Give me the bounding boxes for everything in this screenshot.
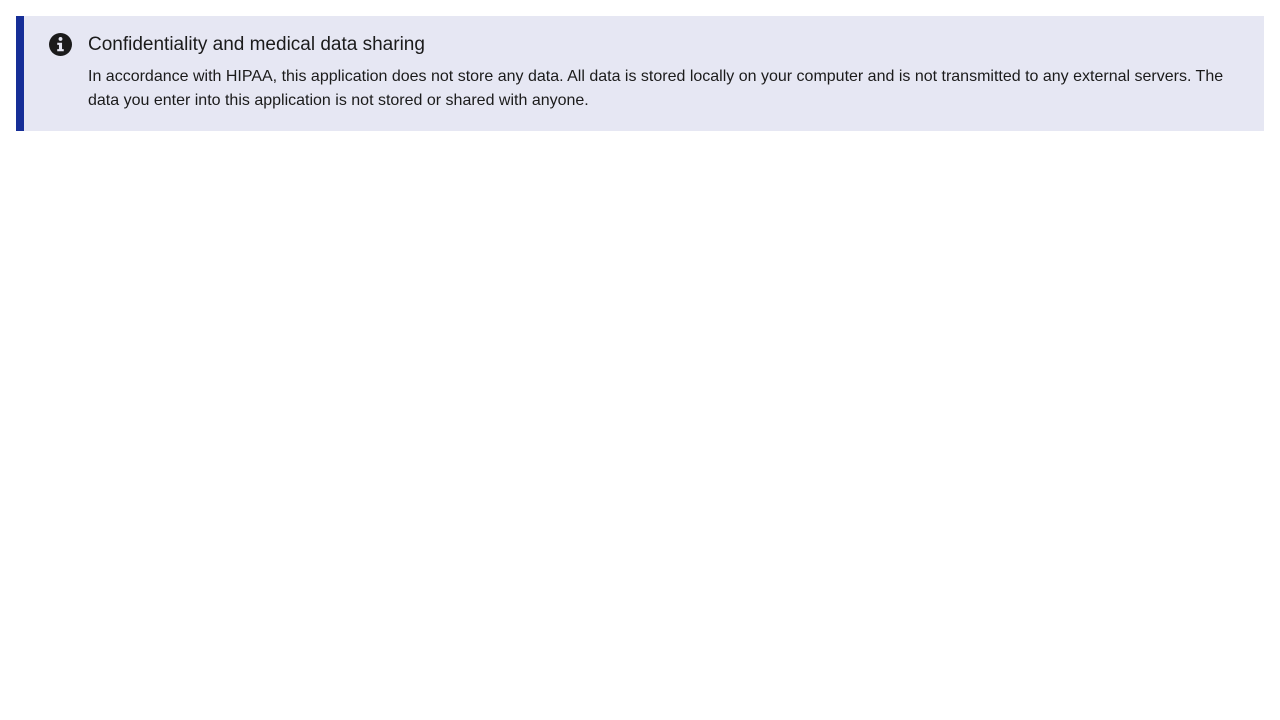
info-alert: Confidentiality and medical data sharing… bbox=[16, 16, 1264, 131]
alert-heading: Confidentiality and medical data sharing bbox=[88, 34, 425, 55]
alert-body: Confidentiality and medical data sharing… bbox=[88, 33, 1248, 113]
info-circle-icon bbox=[49, 33, 72, 56]
alert-text: In accordance with HIPAA, this applicati… bbox=[88, 68, 1224, 109]
